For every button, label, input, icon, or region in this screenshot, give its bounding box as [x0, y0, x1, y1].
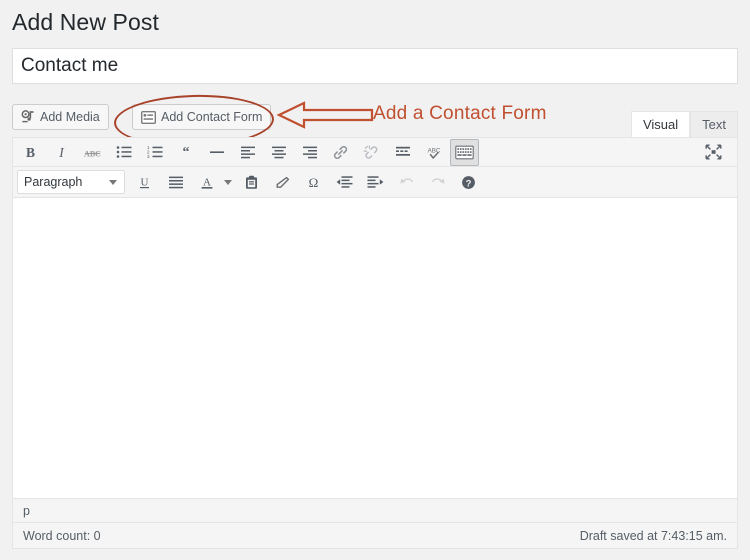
- remove-link-button[interactable]: [357, 139, 386, 166]
- bullet-list-button[interactable]: [109, 139, 138, 166]
- post-editor: B I ABC 1 2 3 “ ABC Paragraph U A Ω ? p …: [12, 137, 738, 549]
- text-color-dropdown-arrow[interactable]: [222, 170, 234, 195]
- post-title-input[interactable]: [12, 48, 738, 84]
- fullscreen-button[interactable]: [699, 139, 728, 166]
- page-title: Add New Post: [12, 9, 159, 35]
- undo-button[interactable]: [392, 169, 421, 196]
- paragraph-format-select[interactable]: Paragraph: [17, 170, 125, 194]
- indent-button[interactable]: [361, 169, 390, 196]
- svg-text:3: 3: [147, 154, 150, 159]
- editor-mode-tabs: Visual Text: [630, 111, 738, 137]
- word-count-label: Word count: 0: [23, 528, 101, 543]
- paste-as-text-button[interactable]: [237, 169, 266, 196]
- element-path-value[interactable]: p: [23, 504, 30, 518]
- editor-content-area[interactable]: [13, 198, 737, 498]
- help-button[interactable]: ?: [454, 169, 483, 196]
- blockquote-button[interactable]: “: [171, 139, 200, 166]
- insert-link-button[interactable]: [326, 139, 355, 166]
- draft-saved-label: Draft saved at 7:43:15 am.: [579, 528, 727, 543]
- underline-button[interactable]: U: [130, 169, 159, 196]
- svg-text:“: “: [182, 145, 189, 159]
- text-color-button[interactable]: A: [192, 169, 221, 196]
- align-left-button[interactable]: [233, 139, 262, 166]
- numbered-list-button[interactable]: 1 2 3: [140, 139, 169, 166]
- spellcheck-button[interactable]: ABC: [419, 139, 448, 166]
- outdent-button[interactable]: [330, 169, 359, 196]
- special-character-button[interactable]: Ω: [299, 169, 328, 196]
- read-more-button[interactable]: [388, 139, 417, 166]
- add-media-button[interactable]: Add Media: [12, 104, 109, 130]
- paragraph-format-value: Paragraph: [24, 175, 83, 189]
- svg-text:ABC: ABC: [427, 147, 440, 154]
- clear-formatting-button[interactable]: [268, 169, 297, 196]
- svg-text:A: A: [203, 176, 211, 188]
- tab-visual[interactable]: Visual: [630, 111, 691, 137]
- editor-toolbar-row-2: Paragraph U A Ω ?: [13, 167, 737, 198]
- annotation-label: Add a Contact Form: [373, 103, 547, 124]
- svg-text:?: ?: [466, 178, 472, 189]
- svg-text:U: U: [141, 176, 149, 188]
- svg-text:I: I: [58, 145, 65, 160]
- contact-form-icon: [140, 110, 157, 124]
- justify-button[interactable]: [161, 169, 190, 196]
- svg-text:Ω: Ω: [309, 175, 319, 190]
- redo-button[interactable]: [423, 169, 452, 196]
- chevron-down-icon: [109, 179, 117, 185]
- add-media-label: Add Media: [40, 110, 100, 124]
- bold-button[interactable]: B: [16, 139, 45, 166]
- tab-text[interactable]: Text: [690, 111, 738, 137]
- editor-toolbar-row-1: B I ABC 1 2 3 “ ABC: [13, 138, 737, 167]
- strikethrough-button[interactable]: ABC: [78, 139, 107, 166]
- editor-status-bar: Word count: 0 Draft saved at 7:43:15 am.: [13, 522, 737, 548]
- svg-text:B: B: [26, 145, 35, 160]
- toolbar-toggle-button[interactable]: [450, 138, 479, 166]
- align-right-button[interactable]: [295, 139, 324, 166]
- element-path-bar: p: [13, 498, 737, 522]
- align-center-button[interactable]: [264, 139, 293, 166]
- horizontal-rule-button[interactable]: [202, 139, 231, 166]
- add-contact-form-label: Add Contact Form: [161, 110, 263, 124]
- add-contact-form-button[interactable]: Add Contact Form: [132, 104, 272, 130]
- italic-button[interactable]: I: [47, 139, 76, 166]
- media-icon: [21, 110, 35, 124]
